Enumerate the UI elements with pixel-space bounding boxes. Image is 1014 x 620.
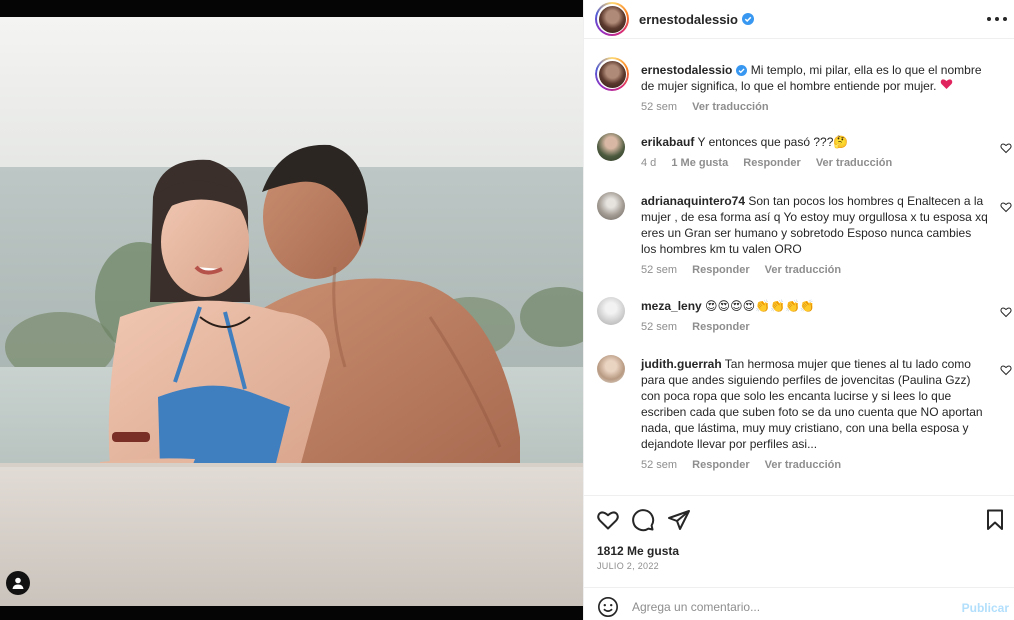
- comment-like-heart-icon[interactable]: [1000, 364, 1012, 376]
- reply-button[interactable]: Responder: [743, 157, 800, 169]
- comment-like-heart-icon[interactable]: [1000, 306, 1012, 318]
- add-comment-bar: Publicar: [584, 587, 1014, 620]
- author-username[interactable]: ernestodalessio: [639, 12, 738, 27]
- comment-body: meza_leny 😍😍😍😍👏👏👏👏 52 sem Responder: [641, 298, 989, 333]
- post-comment-button[interactable]: Publicar: [962, 601, 1009, 615]
- post-date: JULIO 2, 2022: [597, 561, 659, 571]
- comment-text: Tan hermosa mujer que tienes al tu lado …: [641, 357, 983, 451]
- comment-meta: 52 sem Responder Ver traducción: [641, 262, 989, 276]
- comment-age: 52 sem: [641, 459, 678, 471]
- caption-avatar[interactable]: [595, 57, 629, 91]
- comment-likes[interactable]: 1 Me gusta: [671, 157, 728, 169]
- comment-avatar[interactable]: [597, 133, 625, 161]
- post-photo[interactable]: [0, 0, 583, 620]
- translate-link[interactable]: Ver traducción: [816, 157, 892, 169]
- caption-username[interactable]: ernestodalessio: [641, 63, 732, 77]
- comment-age: 52 sem: [641, 321, 678, 333]
- comment-username[interactable]: erikabauf: [641, 135, 694, 149]
- caption-age: 52 sem: [641, 101, 678, 113]
- comment-meta: 4 d 1 Me gusta Responder Ver traducción: [641, 155, 989, 169]
- comment-username[interactable]: meza_leny: [641, 299, 702, 313]
- caption-translate-link[interactable]: Ver traducción: [692, 101, 768, 113]
- likes-count[interactable]: 1812 Me gusta: [597, 544, 679, 558]
- verified-badge-icon: [742, 13, 754, 25]
- comment-like-heart-icon[interactable]: [1000, 201, 1012, 213]
- comment-body: erikabauf Y entonces que pasó ???🤔 4 d 1…: [641, 134, 989, 169]
- emoji-reaction-icon: 😍😍😍😍👏👏👏👏: [705, 299, 815, 313]
- comment-body: adrianaquintero74 Son tan pocos los homb…: [641, 193, 989, 276]
- heart-icon[interactable]: [596, 508, 620, 532]
- caption-body: ernestodalessio Mi templo, mi pilar, ell…: [641, 62, 989, 113]
- instagram-post-view: ernestodalessio ernestodalessio Mi templ…: [0, 0, 1014, 620]
- caption-meta: 52 sem Ver traducción: [641, 99, 989, 113]
- post-sidebar: ernestodalessio ernestodalessio Mi templ…: [583, 0, 1014, 620]
- comment-body: judith.guerrah Tan hermosa mujer que tie…: [641, 356, 989, 471]
- photo-bottom-bar: [0, 606, 583, 620]
- translate-link[interactable]: Ver traducción: [765, 459, 841, 471]
- translate-link[interactable]: Ver traducción: [765, 264, 841, 276]
- reply-button[interactable]: Responder: [692, 321, 749, 333]
- comment-username[interactable]: judith.guerrah: [641, 357, 722, 371]
- comment-like-heart-icon[interactable]: [1000, 142, 1012, 154]
- send-icon[interactable]: [667, 508, 691, 532]
- author-avatar[interactable]: [595, 2, 629, 36]
- photo-top-bar: [0, 0, 583, 17]
- comment-avatar[interactable]: [597, 355, 625, 383]
- post-header: ernestodalessio: [584, 0, 1014, 39]
- reply-button[interactable]: Responder: [692, 459, 749, 471]
- comment-age: 4 d: [641, 157, 657, 169]
- comment-input[interactable]: [632, 600, 912, 614]
- reply-button[interactable]: Responder: [692, 264, 749, 276]
- comment-age: 52 sem: [641, 264, 678, 276]
- more-horizontal-icon[interactable]: [987, 11, 1007, 27]
- comment-meta: 52 sem Responder: [641, 319, 989, 333]
- comment-text: Y entonces que pasó ???: [697, 135, 834, 149]
- bookmark-icon[interactable]: [983, 508, 1007, 532]
- comment-avatar[interactable]: [597, 297, 625, 325]
- post-actions-bar: [584, 495, 1014, 539]
- thinking-face-emoji-icon: 🤔: [833, 135, 849, 149]
- red-heart-emoji-icon: [940, 79, 953, 89]
- comment-icon[interactable]: [631, 508, 655, 532]
- comment-meta: 52 sem Responder Ver traducción: [641, 457, 989, 471]
- couple-pool-photo: [0, 17, 583, 607]
- comments-list[interactable]: ernestodalessio Mi templo, mi pilar, ell…: [584, 47, 1014, 495]
- emoji-picker-icon[interactable]: [597, 596, 619, 618]
- tagged-user-icon[interactable]: [6, 571, 30, 595]
- verified-badge-icon: [736, 65, 748, 76]
- comment-avatar[interactable]: [597, 192, 625, 220]
- comment-username[interactable]: adrianaquintero74: [641, 194, 745, 208]
